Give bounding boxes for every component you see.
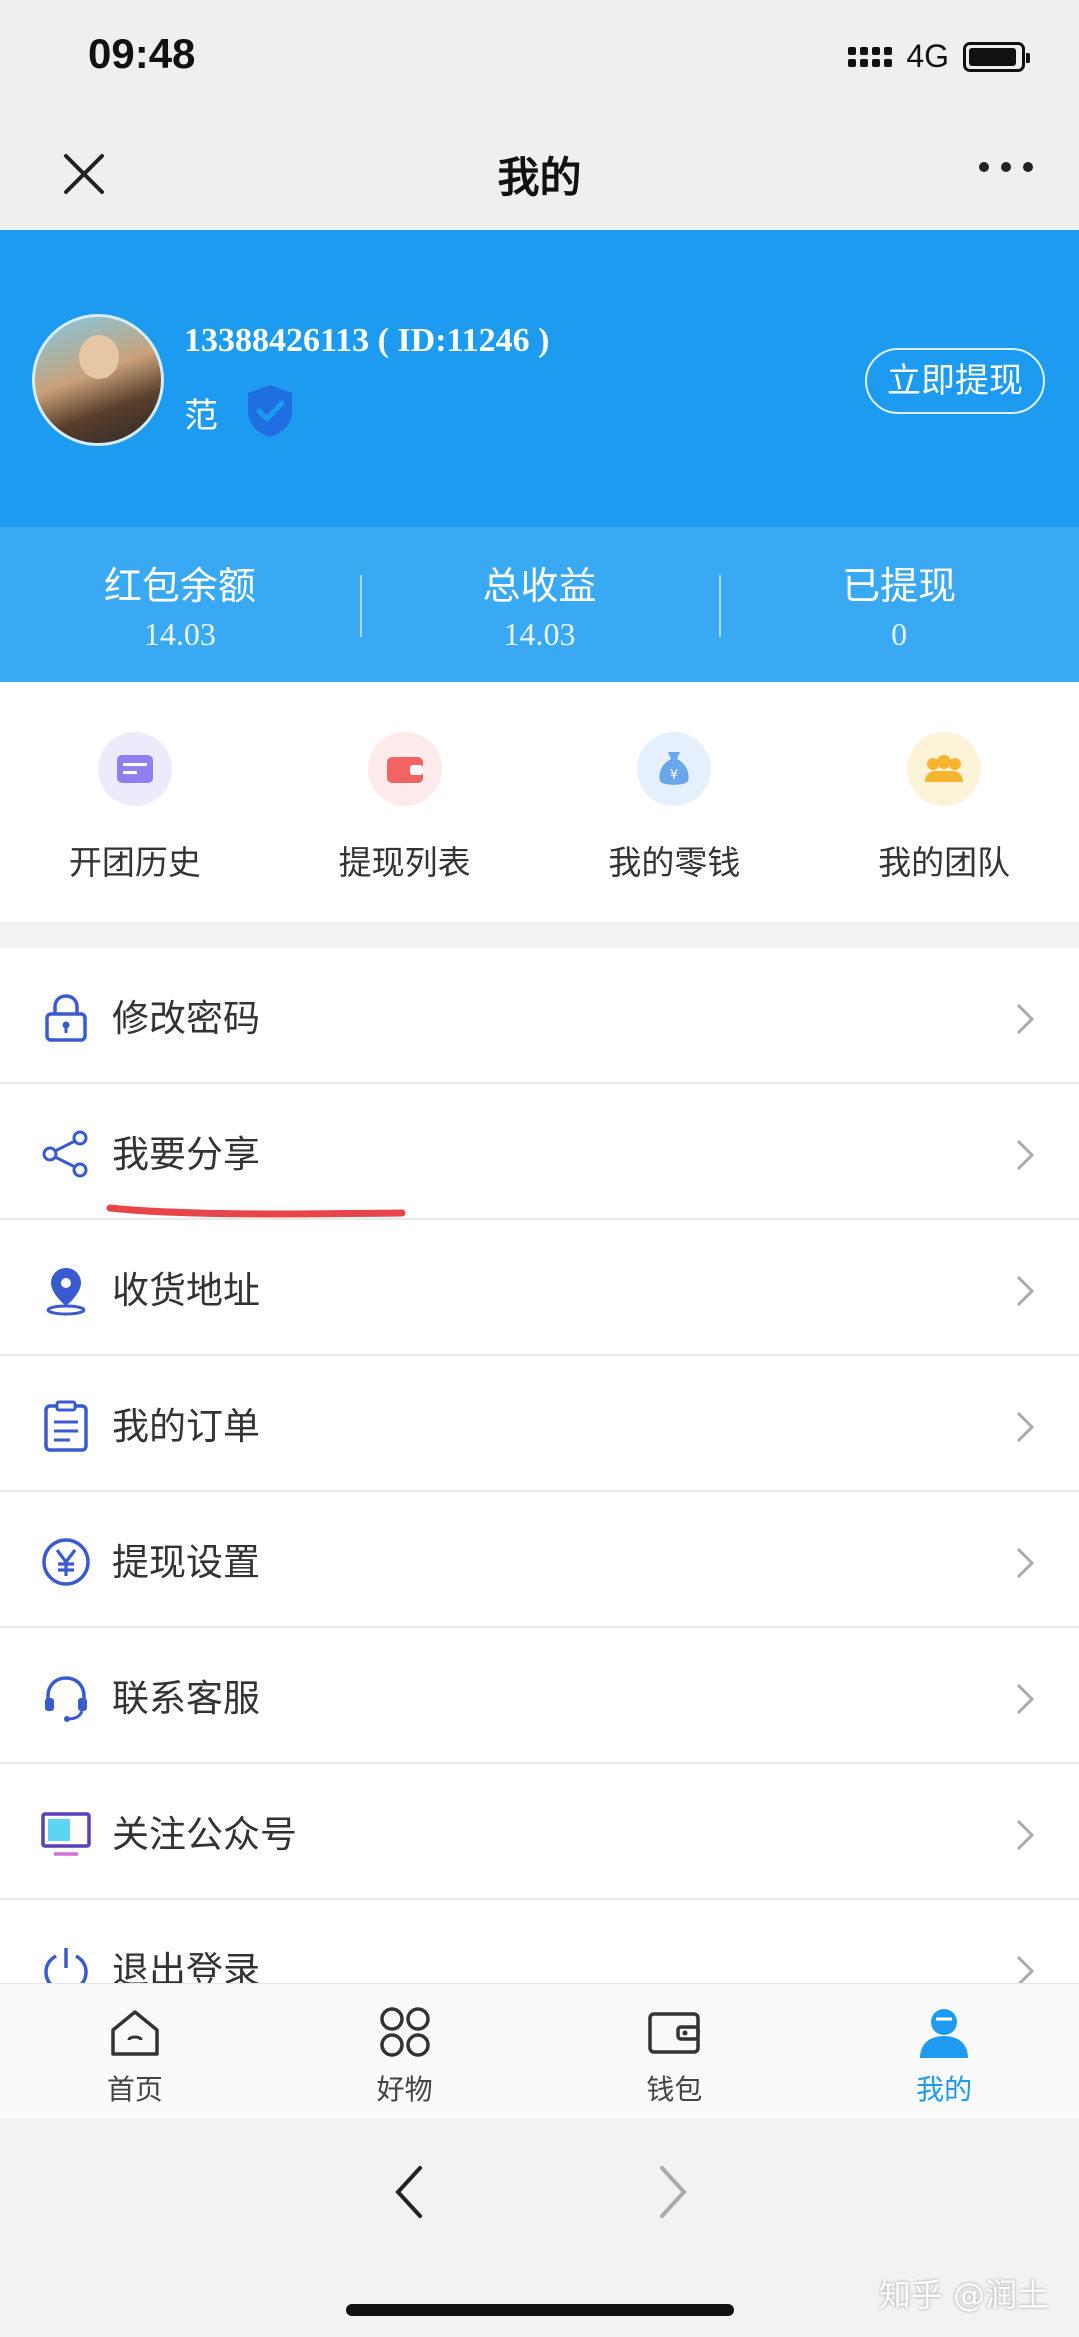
share-icon bbox=[42, 1130, 88, 1178]
balance-stats: 红包余额 14.03 总收益 14.03 已提现 0 bbox=[0, 527, 1079, 682]
power-icon bbox=[44, 1948, 88, 1983]
card-icon bbox=[97, 732, 172, 806]
headset-icon bbox=[45, 1676, 87, 1722]
tab-label: 钱包 bbox=[646, 2073, 703, 2106]
menu-item-shipping-address[interactable]: 收货地址 bbox=[0, 1220, 1079, 1356]
menu-item-my-orders[interactable]: 我的订单 bbox=[0, 1356, 1079, 1492]
chevron-right-icon bbox=[1016, 1955, 1035, 1983]
menu-label: 退出登录 bbox=[112, 1949, 260, 1983]
status-bar: 09:48 4G bbox=[0, 0, 1079, 120]
menu-item-share[interactable]: 我要分享 bbox=[0, 1084, 1079, 1220]
lock-icon bbox=[45, 994, 87, 1042]
status-time: 09:48 bbox=[88, 30, 196, 77]
chevron-right-icon bbox=[1016, 1275, 1035, 1307]
profile-header: 13388426113 ( ID:11246 ) 范 立即提现 bbox=[0, 230, 1079, 527]
quick-my-change[interactable]: ¥ 我的零钱 bbox=[540, 682, 810, 922]
settings-menu: 修改密码 我要分享 收货地址 我的订单 提现设置 联系客服 关注公众号 退出登录 bbox=[0, 948, 1079, 1983]
menu-label: 我要分享 bbox=[112, 1133, 260, 1176]
menu-label: 收货地址 bbox=[112, 1269, 260, 1312]
tab-home[interactable]: 首页 bbox=[0, 1984, 270, 2118]
stat-red-packet-balance[interactable]: 红包余额 14.03 bbox=[0, 527, 360, 682]
battery-icon bbox=[963, 41, 1030, 72]
team-icon bbox=[907, 732, 982, 806]
tab-label: 我的 bbox=[916, 2073, 973, 2106]
more-options-icon[interactable] bbox=[979, 162, 1033, 172]
menu-item-follow-official-account[interactable]: 关注公众号 bbox=[0, 1764, 1079, 1900]
home-indicator bbox=[346, 2304, 734, 2316]
menu-item-change-password[interactable]: 修改密码 bbox=[0, 948, 1079, 1084]
quick-actions: 开团历史 提现列表 ¥ 我的零钱 我的团队 bbox=[0, 682, 1079, 922]
menu-item-customer-service[interactable]: 联系客服 bbox=[0, 1628, 1079, 1764]
avatar[interactable] bbox=[32, 314, 164, 446]
menu-label: 修改密码 bbox=[112, 997, 260, 1040]
status-indicators: 4G bbox=[848, 38, 1030, 75]
quick-label: 我的团队 bbox=[878, 843, 1011, 882]
quick-my-team[interactable]: 我的团队 bbox=[809, 682, 1079, 922]
tab-label: 首页 bbox=[106, 2073, 163, 2106]
withdraw-now-button[interactable]: 立即提现 bbox=[865, 348, 1045, 414]
tab-goods[interactable]: 好物 bbox=[270, 1984, 540, 2118]
bottom-tab-bar: 首页 好物 钱包 我的 bbox=[0, 1983, 1079, 2118]
home-icon bbox=[111, 2010, 159, 2056]
stat-value: 14.03 bbox=[503, 616, 576, 652]
monitor-icon bbox=[41, 1812, 91, 1856]
menu-label: 提现设置 bbox=[112, 1541, 260, 1584]
stat-withdrawn[interactable]: 已提现 0 bbox=[719, 527, 1079, 682]
chevron-right-icon bbox=[1016, 1139, 1035, 1171]
wallet-icon bbox=[648, 2012, 701, 2054]
stat-label: 红包余额 bbox=[103, 564, 256, 608]
tab-wallet[interactable]: 钱包 bbox=[540, 1984, 810, 2118]
browser-navigation: 知乎 @润土 bbox=[0, 2118, 1079, 2337]
money-bag-icon: ¥ bbox=[637, 732, 712, 806]
quick-label: 我的零钱 bbox=[608, 843, 741, 882]
stat-value: 14.03 bbox=[143, 616, 216, 652]
order-icon bbox=[44, 1400, 88, 1452]
svg-text:¥: ¥ bbox=[670, 768, 678, 783]
stat-label: 已提现 bbox=[842, 564, 957, 608]
signal-icon bbox=[848, 46, 893, 67]
forward-arrow-icon[interactable] bbox=[656, 2164, 690, 2220]
user-icon bbox=[920, 2009, 969, 2058]
chevron-right-icon bbox=[1016, 1411, 1035, 1443]
wallet-icon bbox=[367, 732, 442, 806]
location-icon bbox=[46, 1268, 86, 1316]
yuan-icon bbox=[42, 1538, 90, 1586]
tab-mine[interactable]: 我的 bbox=[809, 1984, 1079, 2118]
menu-label: 我的订单 bbox=[112, 1405, 260, 1448]
chevron-right-icon bbox=[1016, 1003, 1035, 1035]
quick-group-history[interactable]: 开团历史 bbox=[0, 682, 270, 922]
chevron-right-icon bbox=[1016, 1819, 1035, 1851]
phone-and-id: 13388426113 ( ID:11246 ) bbox=[184, 322, 550, 359]
verified-shield-icon bbox=[248, 385, 292, 437]
tab-label: 好物 bbox=[376, 2073, 433, 2106]
menu-item-logout[interactable]: 退出登录 bbox=[0, 1900, 1079, 1983]
stat-value: 0 bbox=[891, 616, 908, 652]
back-arrow-icon[interactable] bbox=[392, 2164, 426, 2220]
quick-withdraw-list[interactable]: 提现列表 bbox=[270, 682, 540, 922]
stat-total-income[interactable]: 总收益 14.03 bbox=[359, 527, 720, 682]
menu-item-withdraw-settings[interactable]: 提现设置 bbox=[0, 1492, 1079, 1628]
network-type: 4G bbox=[906, 38, 949, 74]
watermark: 知乎 @润土 bbox=[878, 2276, 1049, 2314]
grid-icon bbox=[379, 2007, 430, 2057]
chevron-right-icon bbox=[1016, 1547, 1035, 1579]
username: 范 bbox=[184, 396, 218, 436]
menu-label: 联系客服 bbox=[112, 1677, 260, 1720]
menu-label: 关注公众号 bbox=[112, 1813, 297, 1856]
navigation-bar: 我的 bbox=[0, 120, 1079, 230]
red-underline-annotation bbox=[106, 1204, 406, 1218]
quick-label: 提现列表 bbox=[338, 843, 471, 882]
quick-label: 开团历史 bbox=[68, 843, 201, 882]
chevron-right-icon bbox=[1016, 1683, 1035, 1715]
stat-label: 总收益 bbox=[482, 564, 597, 608]
page-title: 我的 bbox=[497, 153, 582, 202]
